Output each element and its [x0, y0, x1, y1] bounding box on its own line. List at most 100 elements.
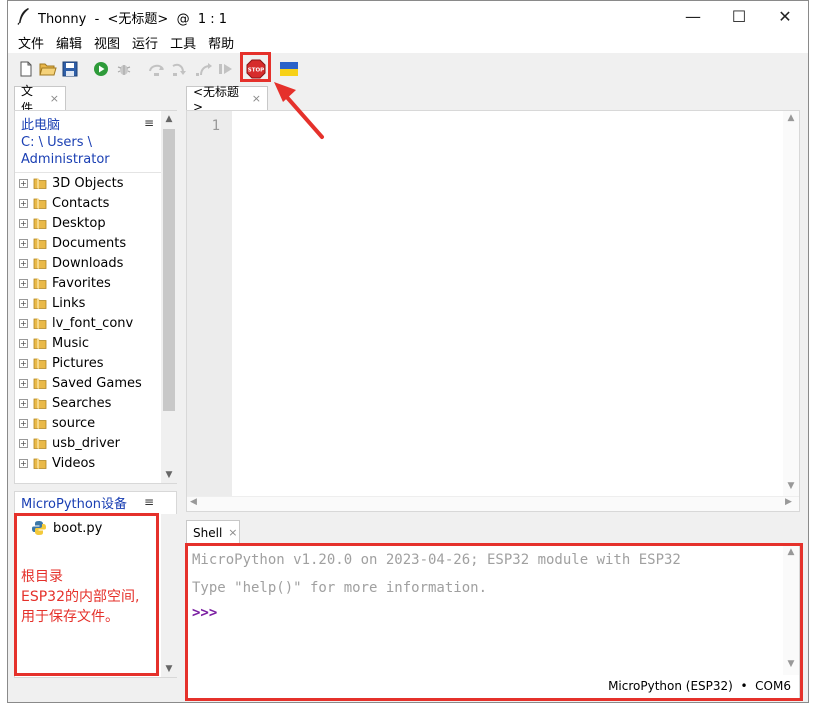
- open-file-button[interactable]: [38, 59, 58, 79]
- editor-vscroll[interactable]: ▲ ▼: [783, 111, 799, 496]
- device-scroll-down-icon[interactable]: ▼: [161, 661, 177, 677]
- tree-item[interactable]: + Contacts: [19, 193, 109, 213]
- tree-item[interactable]: + Videos: [19, 453, 95, 473]
- tree-item[interactable]: + Links: [19, 293, 85, 313]
- tree-item[interactable]: + Saved Games: [19, 373, 142, 393]
- breadcrumb-users[interactable]: C: \ Users \: [21, 134, 110, 151]
- expand-icon[interactable]: +: [19, 278, 28, 288]
- folder-icon: [33, 218, 47, 229]
- maximize-icon: ☐: [731, 6, 747, 26]
- expand-icon[interactable]: +: [19, 178, 28, 188]
- folder-icon: [33, 318, 47, 329]
- expand-icon[interactable]: +: [19, 458, 28, 468]
- step-over-button[interactable]: [147, 59, 167, 79]
- folder-icon: [33, 418, 47, 429]
- folder-icon: [33, 238, 47, 249]
- tree-item-label: Favorites: [52, 275, 111, 291]
- breadcrumb-this-pc[interactable]: 此电脑: [21, 117, 110, 134]
- breadcrumb-administrator[interactable]: Administrator: [21, 151, 110, 168]
- device-title[interactable]: MicroPython设备: [21, 496, 127, 513]
- tree-item[interactable]: +3D Objects: [19, 173, 124, 193]
- tree-item[interactable]: + Searches: [19, 393, 111, 413]
- editor-hscroll[interactable]: ◀ ▶: [187, 496, 799, 511]
- tree-item[interactable]: + usb_driver: [19, 433, 120, 453]
- stop-highlight-box: [240, 52, 271, 82]
- expand-icon[interactable]: +: [19, 198, 28, 208]
- expand-icon[interactable]: +: [19, 358, 28, 368]
- tree-item-label: usb_driver: [52, 435, 121, 451]
- annotation-line-1: 根目录: [21, 569, 63, 585]
- tree-item-label: Videos: [52, 455, 96, 471]
- scroll-up-icon[interactable]: ▲: [161, 111, 177, 127]
- tab-editor-close-icon[interactable]: ×: [252, 92, 261, 105]
- ukraine-support-button[interactable]: [279, 59, 299, 79]
- annotation-line-3: 用于保存文件。: [21, 609, 119, 625]
- step-out-button[interactable]: [194, 59, 214, 79]
- tab-files-close-icon[interactable]: ×: [50, 92, 59, 105]
- files-scrollbar-thumb[interactable]: [163, 129, 175, 411]
- files-scrollbar[interactable]: ▲ ▼: [161, 111, 177, 483]
- tree-item[interactable]: + Desktop: [19, 213, 106, 233]
- annotation-line-2: ESP32的内部空间,: [21, 589, 140, 605]
- editor-scroll-down-icon[interactable]: ▼: [783, 481, 799, 491]
- debug-button[interactable]: [114, 59, 134, 79]
- expand-icon[interactable]: +: [19, 418, 28, 428]
- expand-icon[interactable]: +: [19, 398, 28, 408]
- expand-icon[interactable]: +: [19, 238, 28, 248]
- tree-item-label: source: [52, 415, 96, 431]
- tree-item-label: Desktop: [52, 215, 106, 231]
- thonny-feather-icon: [17, 8, 29, 25]
- editor-scroll-up-icon[interactable]: ▲: [783, 113, 799, 123]
- tree-item[interactable]: + Documents: [19, 233, 126, 253]
- minimize-button[interactable]: —: [670, 1, 716, 31]
- menu-help[interactable]: 帮助: [202, 31, 240, 53]
- editor-scroll-right-icon[interactable]: ▶: [785, 497, 792, 507]
- tree-item-label: Contacts: [52, 195, 110, 211]
- files-menu-icon[interactable]: ≡: [144, 116, 154, 130]
- device-menu-icon[interactable]: ≡: [144, 495, 154, 509]
- tree-item-label: Music: [52, 335, 89, 351]
- tab-shell-label: Shell: [193, 525, 223, 540]
- save-button[interactable]: [60, 59, 80, 79]
- expand-icon[interactable]: +: [19, 438, 28, 448]
- tab-shell-close-icon[interactable]: ×: [228, 526, 237, 539]
- toolbar: STOP: [8, 53, 808, 85]
- editor-scroll-left-icon[interactable]: ◀: [190, 497, 197, 507]
- tree-item[interactable]: + Downloads: [19, 253, 123, 273]
- menu-edit[interactable]: 编辑: [50, 31, 88, 53]
- tree-item-label: Saved Games: [52, 375, 142, 391]
- expand-icon[interactable]: +: [19, 338, 28, 348]
- close-button[interactable]: ✕: [762, 1, 808, 31]
- tree-item[interactable]: + Music: [19, 333, 89, 353]
- title-bar: Thonny - <无标题> @ 1 : 1 — ☐ ✕: [8, 1, 808, 31]
- menu-tools[interactable]: 工具: [164, 31, 202, 53]
- step-into-button[interactable]: [170, 59, 190, 79]
- folder-icon: [33, 378, 47, 389]
- device-scrollbar[interactable]: ▼: [161, 514, 177, 677]
- close-icon: ✕: [778, 6, 792, 26]
- menu-view[interactable]: 视图: [88, 31, 126, 53]
- expand-icon[interactable]: +: [19, 218, 28, 228]
- expand-icon[interactable]: +: [19, 378, 28, 388]
- menu-run[interactable]: 运行: [126, 31, 164, 53]
- tab-shell[interactable]: Shell ×: [186, 520, 240, 544]
- tree-item-label: Searches: [52, 395, 112, 411]
- run-button[interactable]: [91, 59, 111, 79]
- tree-item[interactable]: + Pictures: [19, 353, 103, 373]
- tab-editor-untitled[interactable]: <无标题> ×: [186, 85, 268, 114]
- tree-item[interactable]: + lv_font_conv: [19, 313, 133, 333]
- scroll-down-icon[interactable]: ▼: [161, 467, 177, 483]
- expand-icon[interactable]: +: [19, 318, 28, 328]
- maximize-button[interactable]: ☐: [716, 1, 762, 31]
- new-file-button[interactable]: [16, 59, 36, 79]
- tree-item[interactable]: + Favorites: [19, 273, 111, 293]
- tab-files[interactable]: 文件 ×: [14, 84, 66, 115]
- step-out-icon: [196, 63, 212, 76]
- code-editor[interactable]: 1 ▲ ▼ ◀ ▶: [186, 110, 800, 512]
- minimize-icon: —: [685, 6, 701, 26]
- tree-item[interactable]: + source: [19, 413, 95, 433]
- expand-icon[interactable]: +: [19, 298, 28, 308]
- expand-icon[interactable]: +: [19, 258, 28, 268]
- menu-file[interactable]: 文件: [12, 31, 50, 53]
- resume-button[interactable]: [216, 59, 236, 79]
